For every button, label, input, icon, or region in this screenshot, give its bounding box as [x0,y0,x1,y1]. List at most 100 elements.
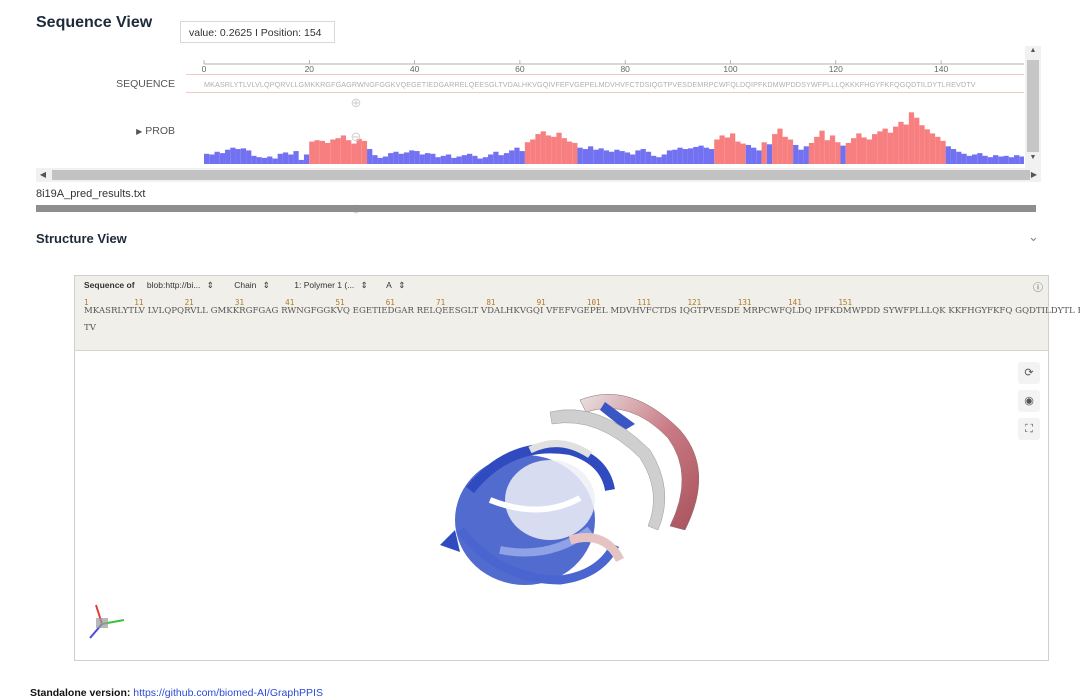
prob-bar [656,157,662,164]
prob-bar-chart[interactable] [186,94,1024,168]
blob-select[interactable]: blob:http://bi... ⇕ [147,280,218,290]
prob-bar [209,154,215,164]
prob-bar [498,155,504,164]
chevron-down-icon[interactable]: ⌄ [1028,229,1039,245]
residue-sequence-row-2[interactable]: TV [84,323,96,333]
prob-bar [961,153,967,164]
prob-bar [303,154,310,164]
prob-bar [872,134,878,164]
prob-bar [445,154,452,164]
prob-bar [545,135,552,164]
prob-bar [714,139,720,164]
prob-bar [882,128,888,164]
prob-bar [751,147,757,164]
chain-select[interactable]: Chain ⇕ [234,280,274,290]
prob-bar [267,156,273,164]
prob-bar [367,149,373,164]
prob-bar [235,149,241,164]
prob-bar [819,130,825,164]
sequence-of-label: Sequence of [84,280,135,290]
prob-bar [719,135,725,164]
prob-bar [309,141,315,164]
caret-right-icon: ▶ [136,127,143,136]
prob-bar [509,150,515,164]
protein-structure-render[interactable] [430,380,720,620]
prob-bar [382,156,389,164]
prob-bar [519,151,525,164]
prob-bar [256,157,262,164]
prob-bar [319,140,325,164]
scroll-up-icon[interactable]: ▲ [1025,47,1041,54]
prob-bar [835,142,841,164]
chain-id-select[interactable]: A ⇕ [386,280,409,290]
horizontal-scroll-thumb[interactable] [52,170,1030,180]
ruler-tick-label: 100 [723,64,737,72]
zoom-out-icon[interactable]: ⊖ [347,128,365,146]
value-tooltip: value: 0.2625 I Position: 154 [180,21,335,43]
prob-bar [251,155,257,164]
prob-bar [903,124,909,164]
vertical-scrollbar[interactable]: ▲ ▼ [1025,46,1041,168]
prob-bar [924,129,930,164]
scroll-down-icon[interactable]: ▼ [1025,154,1041,161]
prob-bar [561,138,567,164]
horizontal-scrollbar[interactable]: ◀ ▶ [36,168,1041,182]
scroll-left-icon[interactable]: ◀ [36,168,50,182]
prob-bar [687,148,694,164]
prob-bar [772,134,778,164]
prob-bar [277,153,283,164]
prob-bar [393,151,399,164]
section-divider[interactable] [36,205,1036,212]
prob-bar [414,151,420,164]
prob-bar [651,155,657,164]
prob-bar [419,154,425,164]
zoom-in-icon[interactable]: ⊕ [347,94,365,112]
expand-icon[interactable]: ⛶ [1018,418,1040,440]
prob-bar [814,136,820,164]
prob-bar [756,150,762,164]
prob-bar [740,143,746,164]
prob-bar [914,117,920,164]
prob-bar [324,142,331,164]
prob-bar [477,158,483,164]
prob-bar [456,156,462,164]
prob-bar [887,132,894,164]
help-icon[interactable]: ⓘ [1033,279,1043,294]
sequence-strip[interactable]: MKASRLYTLVLVLQPQRVLLGMKKRGFGAGRWNGFGGKVQ… [186,74,1024,93]
prob-bar [503,153,510,164]
prob-bar [572,142,578,164]
prob-bar [735,141,741,164]
prob-bar [204,153,210,164]
reset-view-icon[interactable]: ⟳ [1018,362,1040,384]
prob-row-label: PROB [145,125,175,137]
prob-bar [472,155,478,164]
prob-bar [272,158,278,164]
prob-row-toggle[interactable]: ▶ PROB [35,125,175,137]
polymer-select[interactable]: 1: Polymer 1 (... ⇕ [294,280,372,290]
prob-bar [482,157,489,164]
ruler-tick-label: 120 [829,64,843,72]
prob-bar [314,140,320,164]
prob-bar [398,153,404,164]
prob-bar [987,157,993,164]
prob-bar [493,151,499,164]
prob-bar [877,131,883,164]
prob-bar [298,159,304,164]
ruler-tick-label: 140 [934,64,948,72]
prob-bar [908,112,915,164]
residue-sequence-row[interactable]: MKASRLYTLV LVLQPQRVLL GMKKRGFGAG RWNGFGG… [84,306,1080,316]
sequence-selector-row: Sequence of blob:http://bi... ⇕ Chain ⇕ … [84,280,413,291]
prob-bar [893,126,899,164]
scroll-right-icon[interactable]: ▶ [1027,168,1041,182]
prob-bar [435,157,441,164]
prob-bar [1014,155,1020,164]
screenshot-icon[interactable]: ◉ [1018,390,1040,412]
prob-bar [225,149,231,164]
results-file-name: 8i19A_pred_results.txt [36,188,146,200]
prob-bar [1008,157,1015,164]
prob-bar [766,144,773,164]
vertical-scroll-thumb[interactable] [1027,60,1039,152]
github-link[interactable]: https://github.com/biomed-AI/GraphPPIS [133,687,323,699]
prob-bar [761,142,767,164]
prob-bar [635,150,641,164]
